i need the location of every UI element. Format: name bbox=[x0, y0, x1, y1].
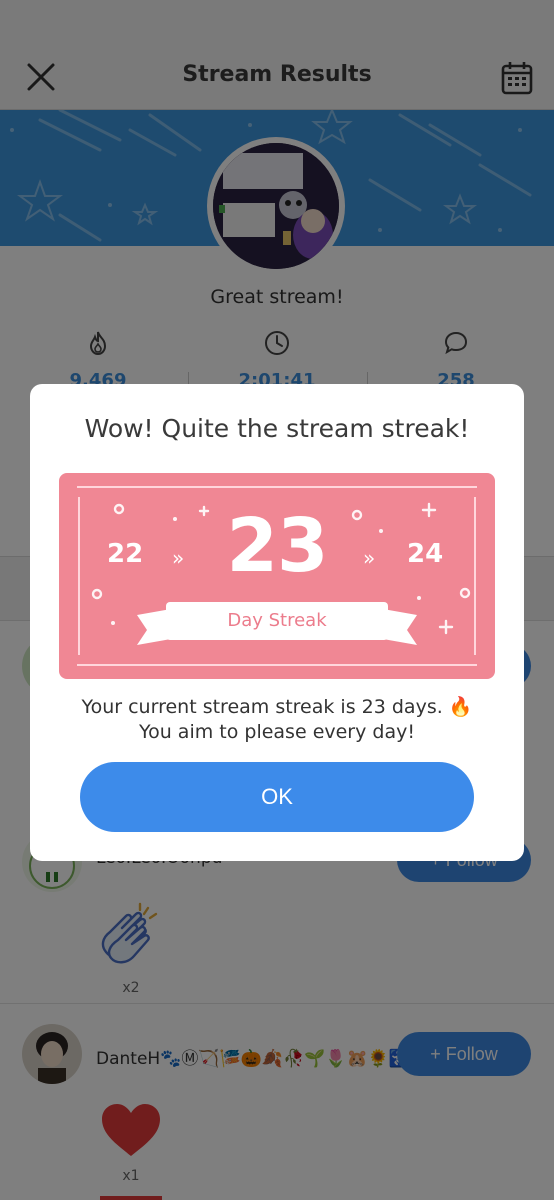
streak-label: Day Streak bbox=[166, 602, 388, 640]
double-chevron-right-icon: » bbox=[363, 546, 376, 570]
streak-card: 22 » 23 » 24 Day Streak bbox=[59, 473, 495, 679]
ok-button[interactable]: OK bbox=[80, 762, 474, 832]
streak-subtext: You aim to please every day! bbox=[139, 721, 415, 743]
streak-message: Your current stream streak is 23 days. 🔥 bbox=[81, 696, 473, 718]
next-day: 24 bbox=[407, 539, 444, 569]
streak-modal: Wow! Quite the stream streak! 22 » 23 » … bbox=[30, 384, 524, 861]
modal-title: Wow! Quite the stream streak! bbox=[84, 414, 470, 443]
